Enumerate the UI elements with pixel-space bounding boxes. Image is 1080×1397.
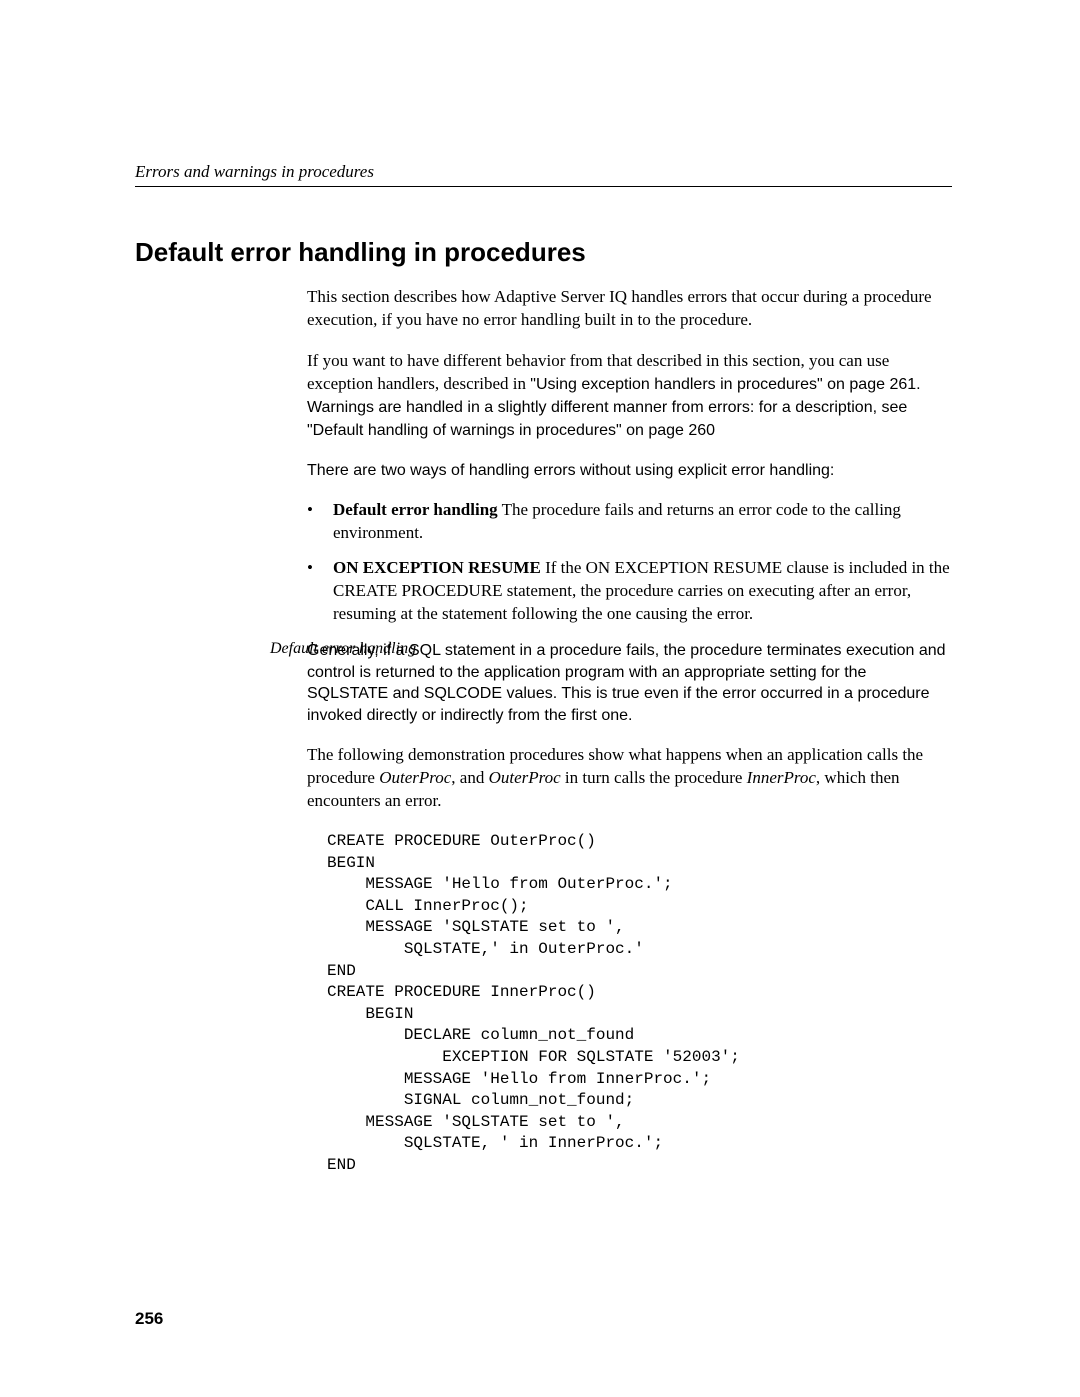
page: Errors and warnings in procedures Defaul… [0,0,1080,1177]
demo-intro-paragraph: The following demonstration procedures s… [307,744,952,813]
crossref-paragraph: If you want to have different behavior f… [307,350,952,442]
bullet-list: Default error handling The procedure fai… [307,499,952,626]
lead-in-paragraph: There are two ways of handling errors wi… [307,460,952,482]
list-item: ON EXCEPTION RESUME If the ON EXCEPTION … [307,557,952,626]
bullet-label: Default error handling [333,500,498,519]
text-fragment: , and [451,768,488,787]
running-head: Errors and warnings in procedures [135,162,952,187]
crossref-link: "Default handling of warnings in procedu… [307,422,715,439]
text-fragment: in turn calls the procedure [561,768,747,787]
margin-label: Default error handling [270,640,430,658]
proc-name: OuterProc [379,768,451,787]
bullet-label: ON EXCEPTION RESUME [333,558,541,577]
side-label-row: Default error handling Generally, if a S… [135,640,952,1177]
body-column: This section describes how Adaptive Serv… [307,286,952,626]
proc-name: OuterProc [489,768,561,787]
proc-name: InnerProc [747,768,816,787]
crossref-link: "Using exception handlers in procedures"… [530,376,916,393]
list-item: Default error handling The procedure fai… [307,499,952,545]
code-block: CREATE PROCEDURE OuterProc() BEGIN MESSA… [327,831,952,1177]
intro-paragraph: This section describes how Adaptive Serv… [307,286,952,332]
page-number: 256 [135,1309,163,1329]
section-title: Default error handling in procedures [135,237,952,268]
